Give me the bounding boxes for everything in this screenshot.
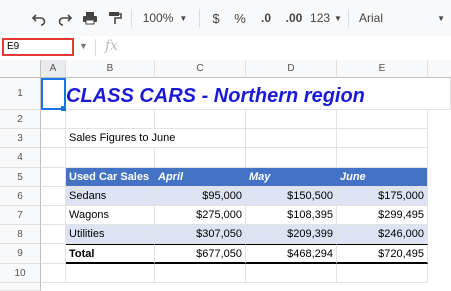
cell-d10[interactable] [246,264,337,283]
row-header-7[interactable]: 7 [0,206,41,225]
fill-handle[interactable] [61,106,66,111]
column-header-a[interactable]: A [41,60,66,78]
toolbar-divider [131,9,132,27]
chevron-down-icon: ▼ [334,13,342,23]
paint-format-icon[interactable] [106,8,124,28]
table-cell[interactable]: $108,395 [246,206,337,225]
function-icon: fx [105,38,119,54]
cell-b4[interactable] [66,148,155,168]
cell-d2[interactable] [246,110,337,129]
row-header-11[interactable] [0,283,41,291]
table-row[interactable]: Utilities [66,225,155,244]
print-icon[interactable] [81,8,99,28]
cell-e10[interactable] [337,264,428,283]
cell-e2[interactable] [337,110,428,129]
toolbar: 100% ▼ $ % .0 .00 123 ▼ Arial ▼ [0,0,451,37]
cell-d3[interactable] [246,129,337,148]
sheet-title: CLASS CARS - Northern region [66,85,365,107]
select-all-corner[interactable] [0,60,41,78]
table-header-may[interactable]: May [246,168,337,187]
decrease-decimals-button[interactable]: .0 [255,8,277,28]
cell-e3[interactable] [337,129,428,148]
cell-c2[interactable] [155,110,246,129]
table-cell[interactable]: $175,000 [337,187,428,206]
more-formats-label: 123 [310,11,331,25]
more-formats-button[interactable]: 123 ▼ [309,8,343,28]
table-header-april[interactable]: April [155,168,246,187]
zoom-select[interactable]: 100% ▼ [140,8,190,28]
name-box[interactable]: E9 [2,38,74,56]
formula-bar: E9 ▼ fx [0,36,451,61]
row-header-9[interactable]: 9 [0,244,41,264]
cell-a3[interactable] [41,129,66,148]
cell-b2[interactable] [66,110,155,129]
cell-c10[interactable] [155,264,246,283]
cell-a10[interactable] [41,264,66,283]
row-header-10[interactable]: 10 [0,264,41,283]
cell-e4[interactable] [337,148,428,168]
cell-a9[interactable] [41,244,66,264]
table-cell[interactable]: $95,000 [155,187,246,206]
table-cell[interactable]: $246,000 [337,225,428,244]
cell-d4[interactable] [246,148,337,168]
row-header-8[interactable]: 8 [0,225,41,244]
font-select[interactable]: Arial ▼ [355,8,445,28]
table-cell[interactable]: $275,000 [155,206,246,225]
row-header-4[interactable]: 4 [0,148,41,168]
chevron-down-icon: ▼ [179,13,188,23]
column-header-b[interactable]: B [66,60,155,78]
table-header-june[interactable]: June [337,168,428,187]
chevron-down-icon: ▼ [437,13,445,23]
percent-format-button[interactable]: % [232,8,248,28]
zoom-value: 100% [142,11,174,25]
row-header-1[interactable]: 1 [0,78,41,110]
cell-a8[interactable] [41,225,66,244]
cell-b10[interactable] [66,264,155,283]
formula-bar-divider [95,39,96,56]
table-cell[interactable]: $209,399 [246,225,337,244]
undo-icon[interactable] [30,8,48,28]
total-cell[interactable]: $677,050 [155,244,246,264]
row-header-2[interactable]: 2 [0,110,41,129]
increase-decimals-button[interactable]: .00 [282,8,306,28]
row-header-3[interactable]: 3 [0,129,41,148]
total-cell[interactable]: $468,294 [246,244,337,264]
cell-c3[interactable] [155,129,246,148]
cell-f1[interactable] [428,78,451,110]
table-header-label[interactable]: Used Car Sales [66,168,155,187]
toolbar-divider [199,9,200,27]
table-row[interactable]: Wagons [66,206,155,225]
table-cell[interactable]: $307,050 [155,225,246,244]
cell-a5[interactable] [41,168,66,187]
cell-a4[interactable] [41,148,66,168]
column-header-c[interactable]: C [155,60,246,78]
table-row[interactable]: Sedans [66,187,155,206]
column-header-d[interactable]: D [246,60,337,78]
column-header-e[interactable]: E [337,60,428,78]
total-cell[interactable]: $720,495 [337,244,428,264]
table-cell[interactable]: $299,495 [337,206,428,225]
table-cell[interactable]: $150,500 [246,187,337,206]
spreadsheet-grid: A B C D E 1 2 3 4 5 6 7 8 9 10 CLASS CAR… [0,60,451,291]
cell-a2[interactable] [41,110,66,129]
redo-icon[interactable] [56,8,74,28]
chevron-down-icon[interactable]: ▼ [79,41,88,51]
font-name: Arial [359,11,384,25]
toolbar-divider [348,9,349,27]
cell-a6[interactable] [41,187,66,206]
row-header-6[interactable]: 6 [0,187,41,206]
cell-c4[interactable] [155,148,246,168]
column-header-f[interactable] [428,60,451,78]
cell-b3[interactable]: Sales Figures to June [66,129,175,148]
cell-a7[interactable] [41,206,66,225]
row-header-5[interactable]: 5 [0,168,41,187]
total-label[interactable]: Total [66,244,155,264]
currency-format-button[interactable]: $ [208,8,224,28]
